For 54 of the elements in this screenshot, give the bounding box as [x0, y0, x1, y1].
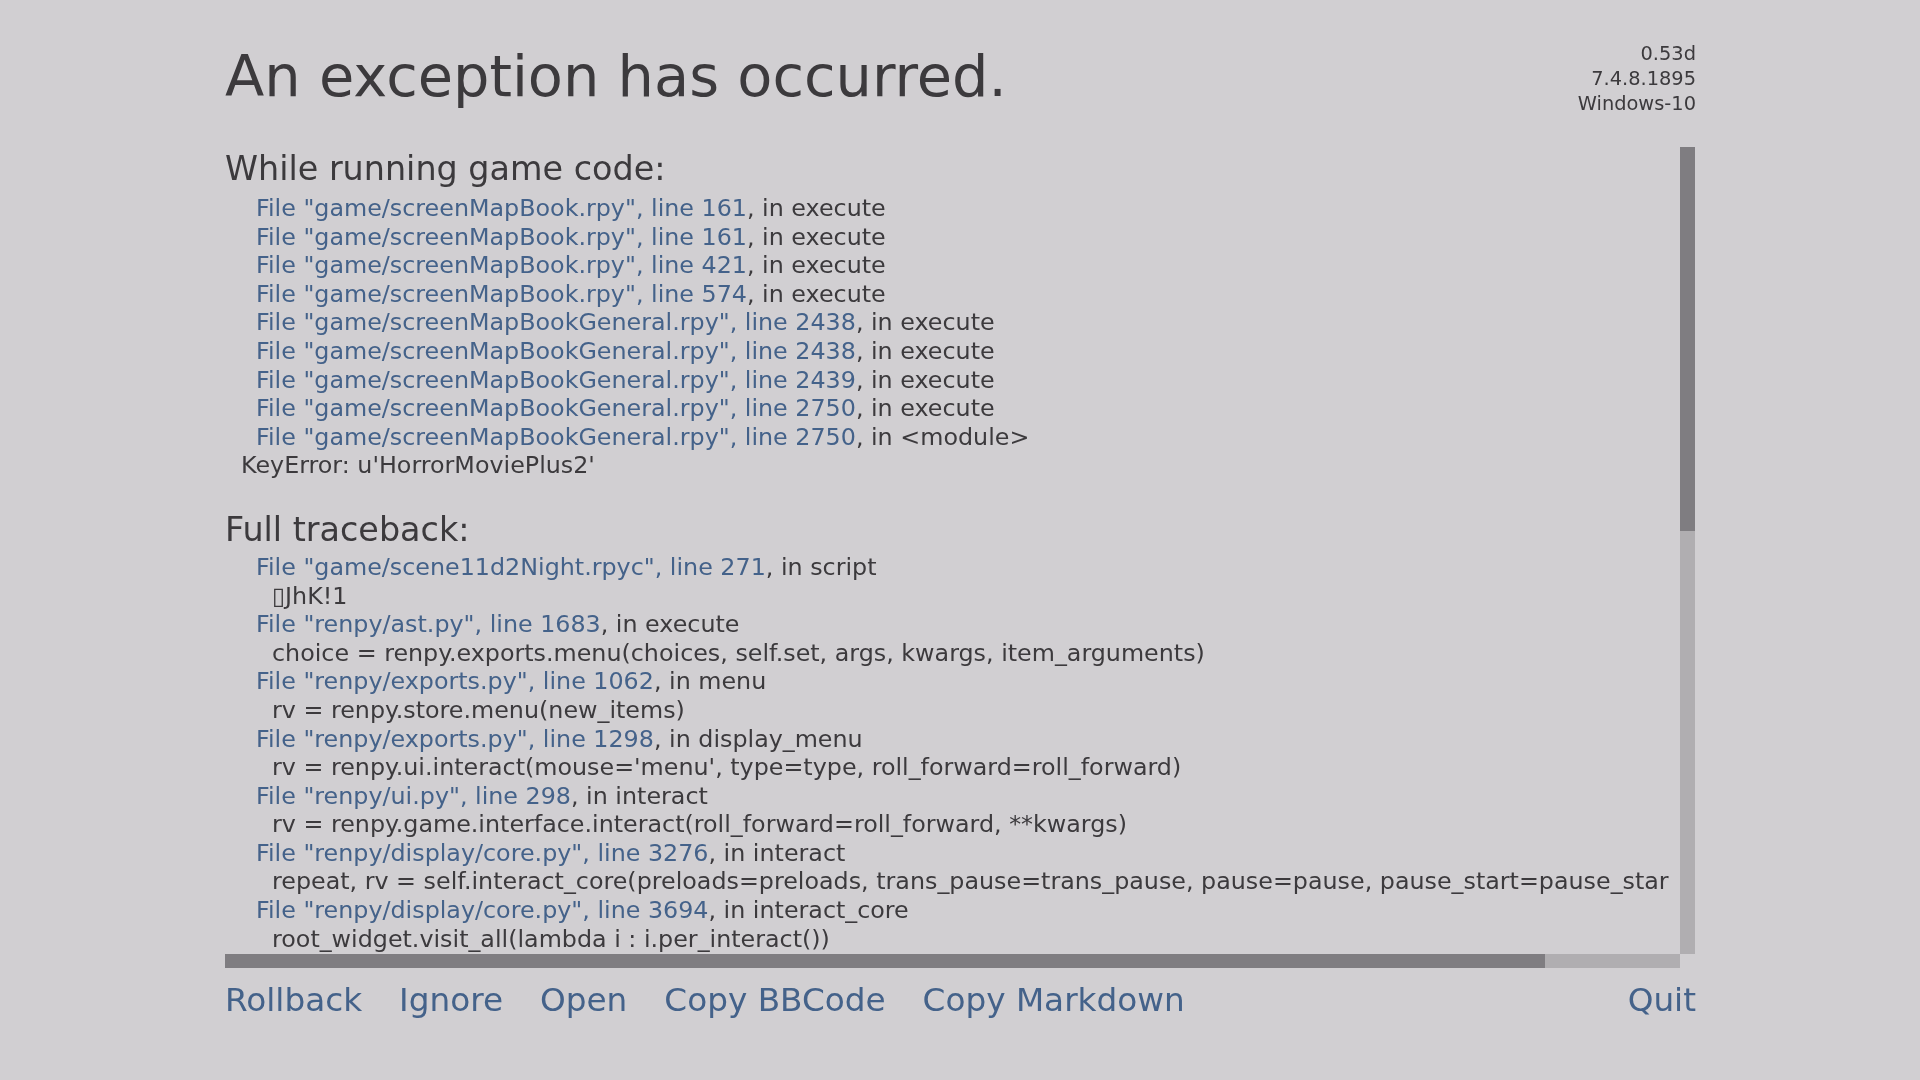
- code-line: ▯JhK!1: [272, 581, 348, 611]
- traceback-line: File "renpy/display/core.py", line 3276, in interact: [256, 838, 846, 868]
- file-link[interactable]: File "renpy/exports.py", line 1062: [256, 667, 654, 696]
- file-link[interactable]: File "game/screenMapBookGeneral.rpy", line 2438: [256, 336, 856, 365]
- file-link[interactable]: File "game/screenMapBookGeneral.rpy", line 2439: [256, 365, 856, 394]
- code-line: choice = renpy.exports.menu(choices, self.set, args, kwargs, item_arguments): [272, 638, 1205, 668]
- traceback-line: File "renpy/ui.py", line 298, in interact: [256, 781, 708, 811]
- file-link[interactable]: File "game/screenMapBookGeneral.rpy", line 2750: [256, 422, 856, 451]
- version-text: 7.4.8.1895: [1591, 66, 1696, 91]
- file-link[interactable]: File "game/screenMapBookGeneral.rpy", line 2438: [256, 308, 856, 337]
- section-heading: Full traceback:: [225, 509, 470, 550]
- vertical-scrollbar-track[interactable]: [1680, 147, 1695, 954]
- file-link[interactable]: File "renpy/exports.py", line 1298: [256, 724, 654, 753]
- file-link[interactable]: File "game/screenMapBook.rpy", line 161: [256, 194, 747, 222]
- traceback-line: File "game/screenMapBook.rpy", line 421, in execute: [256, 251, 886, 280]
- file-link[interactable]: File "renpy/ui.py", line 298: [256, 781, 571, 810]
- action-link[interactable]: Open: [540, 980, 628, 1020]
- file-link[interactable]: File "renpy/ast.py", line 1683: [256, 610, 601, 639]
- file-link[interactable]: File "game/screenMapBook.rpy", line 421: [256, 251, 747, 280]
- scrollbar-thumb[interactable]: [1680, 147, 1695, 532]
- error-message: KeyError: u'HorrorMoviePlus2': [241, 451, 595, 480]
- version-text: Windows-10: [1577, 91, 1696, 116]
- section-heading: While running game code:: [225, 149, 666, 189]
- traceback-line: File "game/screenMapBookGeneral.rpy", line 2438, in execute: [256, 308, 995, 337]
- code-line: repeat, rv = self.interact_core(preloads=preloads, trans_pause=trans_pause, pause=pause, pause_start=pause_star: [272, 867, 1669, 897]
- code-line: root_widget.visit_all(lambda i : i.per_interact()): [272, 924, 830, 954]
- traceback-line: File "renpy/exports.py", line 1298, in display_menu: [256, 724, 863, 754]
- file-link[interactable]: File "game/screenMapBookGeneral.rpy", line 2750: [256, 394, 856, 423]
- file-link[interactable]: File "game/screenMapBook.rpy", line 574: [256, 279, 747, 308]
- action-link[interactable]: Rollback: [225, 980, 363, 1020]
- traceback-line: File "game/screenMapBookGeneral.rpy", line 2439, in execute: [256, 365, 995, 395]
- traceback-line: File "game/screenMapBook.rpy", line 574, in execute: [256, 279, 886, 309]
- traceback-line: File "game/screenMapBookGeneral.rpy", line 2750, in execute: [256, 394, 995, 423]
- code-line: rv = renpy.store.menu(new_items): [272, 695, 685, 725]
- action-link[interactable]: Quit: [1627, 980, 1696, 1020]
- traceback-line: File "game/screenMapBook.rpy", line 161, in execute: [256, 222, 886, 252]
- file-link[interactable]: File "game/scene11d2Night.rpyc", line 271: [256, 552, 766, 581]
- traceback-line: File "game/screenMapBookGeneral.rpy", line 2438, in execute: [256, 336, 995, 366]
- error-title: An exception has occurred.: [225, 48, 1007, 106]
- traceback-line: File "renpy/ast.py", line 1683, in execute: [256, 610, 740, 639]
- traceback-line: File "renpy/exports.py", line 1062, in menu: [256, 667, 767, 696]
- action-link[interactable]: Copy BBCode: [664, 980, 886, 1020]
- file-link[interactable]: File "renpy/display/core.py", line 3276: [256, 838, 709, 867]
- traceback-line: File "game/scene11d2Night.rpyc", line 271, in script: [256, 552, 877, 582]
- file-link[interactable]: File "game/screenMapBook.rpy", line 161: [256, 222, 747, 251]
- action-link[interactable]: Copy Markdown: [922, 980, 1185, 1020]
- traceback-line: File "renpy/display/core.py", line 3694, in interact_core: [256, 896, 909, 925]
- code-line: rv = renpy.game.interface.interact(roll_forward=roll_forward, **kwargs): [272, 810, 1127, 839]
- file-link[interactable]: File "renpy/display/core.py", line 3694: [256, 896, 709, 925]
- code-line: rv = renpy.ui.interact(mouse='menu', type=type, roll_forward=roll_forward): [272, 753, 1182, 782]
- traceback-line: File "game/screenMapBookGeneral.rpy", line 2750, in <module>: [256, 422, 1030, 452]
- version-text: 0.53d: [1640, 41, 1696, 66]
- traceback-line: File "game/screenMapBook.rpy", line 161, in execute: [256, 194, 886, 223]
- action-link[interactable]: Ignore: [399, 980, 504, 1020]
